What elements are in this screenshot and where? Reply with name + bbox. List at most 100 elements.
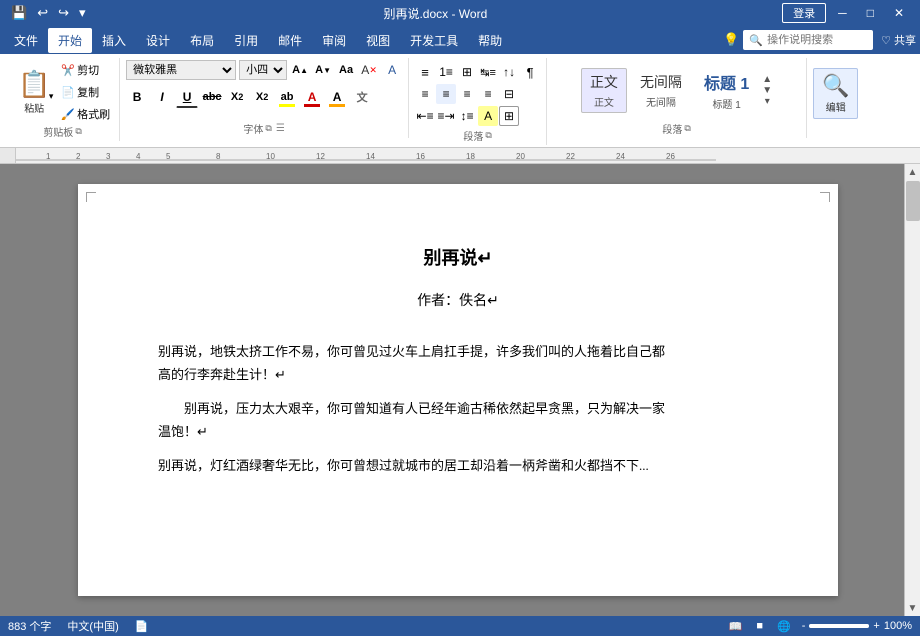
- menu-developer[interactable]: 开发工具: [400, 28, 468, 53]
- menu-review[interactable]: 审阅: [312, 28, 356, 53]
- font-color-button[interactable]: A: [301, 86, 323, 108]
- style-scroll-down[interactable]: ▼: [762, 85, 772, 96]
- font-name-select[interactable]: 微软雅黑: [126, 60, 236, 80]
- editing-icon: 🔍: [822, 73, 849, 99]
- editing-button[interactable]: 🔍 编辑: [813, 68, 858, 119]
- font-expand-icon[interactable]: ⧉: [265, 123, 271, 134]
- view-read-button[interactable]: 📖: [726, 619, 746, 634]
- maximize-button[interactable]: □: [859, 4, 882, 22]
- subscript-button[interactable]: X2: [226, 86, 248, 108]
- menu-help[interactable]: 帮助: [468, 28, 512, 53]
- superscript-button[interactable]: X2: [251, 86, 273, 108]
- menu-view[interactable]: 视图: [356, 28, 400, 53]
- font-special-button[interactable]: 文: [351, 86, 373, 108]
- format-painter-button[interactable]: 🖌️ 格式刷: [58, 104, 113, 124]
- view-web-button[interactable]: 🌐: [774, 619, 794, 634]
- doc-author[interactable]: 作者：佚名↵: [158, 290, 758, 310]
- svg-text:22: 22: [566, 152, 575, 161]
- highlight-button[interactable]: ab: [276, 86, 298, 108]
- scroll-track[interactable]: [905, 180, 920, 600]
- show-marks-button[interactable]: ¶: [520, 62, 540, 82]
- menu-insert[interactable]: 插入: [92, 28, 136, 53]
- clear-format-button[interactable]: A✕: [359, 60, 379, 80]
- numbered-list-button[interactable]: 1≡: [436, 62, 456, 82]
- doc-para-3-partial[interactable]: 别再说，灯红酒绿奢华无比，你可曾想过就城市的居工却沿着一柄斧凿和火都挡不下...: [158, 454, 758, 476]
- style-scroll-up[interactable]: ▲: [762, 74, 772, 85]
- zoom-minus-button[interactable]: -: [802, 620, 806, 632]
- editing-label: [834, 125, 837, 136]
- column-button[interactable]: ⊟: [499, 84, 519, 104]
- vertical-scrollbar[interactable]: ▲ ▼: [904, 164, 920, 616]
- justify-button[interactable]: ≡: [478, 84, 498, 104]
- change-case-button[interactable]: Aa: [336, 60, 356, 80]
- close-button[interactable]: ✕: [886, 4, 912, 22]
- search-input[interactable]: [767, 34, 867, 46]
- style-normal-text: 正文: [590, 72, 618, 92]
- align-center-button[interactable]: ≡: [436, 84, 456, 104]
- menu-mail[interactable]: 邮件: [268, 28, 312, 53]
- share-button[interactable]: ♡ 共享: [881, 32, 916, 48]
- scroll-down-button[interactable]: ▼: [905, 600, 920, 616]
- search-bar[interactable]: 🔍: [743, 30, 873, 50]
- view-normal-button[interactable]: ■: [753, 619, 766, 633]
- paragraph-label: 段落 ⧉: [463, 128, 491, 143]
- search-icon: 🔍: [749, 34, 763, 47]
- align-right-button[interactable]: ≡: [457, 84, 477, 104]
- menu-file[interactable]: 文件: [4, 28, 48, 53]
- zoom-plus-button[interactable]: +: [873, 620, 879, 632]
- paste-button[interactable]: 📋 粘贴 ▾: [12, 65, 56, 119]
- indent-less-button[interactable]: ⇤≡: [415, 106, 435, 126]
- style-normal[interactable]: 正文 正文: [581, 68, 627, 113]
- style-more[interactable]: ▾: [765, 96, 770, 107]
- menu-references[interactable]: 引用: [224, 28, 268, 53]
- login-button[interactable]: 登录: [782, 3, 826, 23]
- line-spacing-button[interactable]: ↕≡: [457, 106, 477, 126]
- zoom-slider[interactable]: [809, 624, 869, 628]
- save-icon[interactable]: 💾: [8, 4, 30, 22]
- doc-para-1[interactable]: 别再说，地铁太挤工作不易，你可曾见过火车上肩扛手提，许多我们叫的人拖着比自己都 …: [158, 340, 758, 387]
- menu-home[interactable]: 开始: [48, 28, 92, 53]
- doc-scroll-area[interactable]: 别再说↵ 作者：佚名↵ 别再说，地铁太挤工作不易，你可曾见过火车上肩扛手提，许多…: [16, 164, 900, 616]
- scroll-up-button[interactable]: ▲: [905, 164, 920, 180]
- doc-para-2[interactable]: 别再说，压力太大艰辛，你可曾知道有人已经年逾古稀依然起早贪黑，只为解决一家 温饱…: [158, 397, 758, 444]
- copy-button[interactable]: 📄 复制: [58, 82, 113, 102]
- text-effect-button[interactable]: A: [382, 60, 402, 80]
- font-size-select[interactable]: 小四: [239, 60, 287, 80]
- style-no-space[interactable]: 无间隔 无间隔: [631, 68, 691, 113]
- bullet-list-button[interactable]: ≡: [415, 62, 435, 82]
- shrink-font-button[interactable]: A▼: [313, 60, 333, 80]
- menu-layout[interactable]: 布局: [180, 28, 224, 53]
- border-button[interactable]: ⊞: [499, 106, 519, 126]
- italic-button[interactable]: I: [151, 86, 173, 108]
- outline-list-button[interactable]: ⊞: [457, 62, 477, 82]
- sort-button[interactable]: ↑↓: [499, 62, 519, 82]
- undo-icon[interactable]: ↩: [34, 4, 51, 22]
- styles-expand-icon[interactable]: ⧉: [684, 123, 690, 134]
- underline-button[interactable]: U: [176, 86, 198, 108]
- clipboard-expand-icon[interactable]: ⧉: [75, 126, 81, 137]
- strikethrough-button[interactable]: abc: [201, 86, 223, 108]
- language: 中文(中国): [67, 618, 118, 634]
- cut-button[interactable]: ✂️ 剪切: [58, 60, 113, 80]
- quick-more-icon[interactable]: ▾: [76, 4, 89, 22]
- grow-font-button[interactable]: A▲: [290, 60, 310, 80]
- paragraph-expand-icon[interactable]: ⧉: [485, 130, 491, 141]
- indent-more-button[interactable]: ≡⇥: [436, 106, 456, 126]
- paste-arrow: ▾: [49, 91, 54, 102]
- menu-design[interactable]: 设计: [136, 28, 180, 53]
- bold-button[interactable]: B: [126, 86, 148, 108]
- ruler-svg: 1 2 3 4 5 8 10 12 14 16 18 20 22 24 26: [16, 148, 920, 163]
- style-no-space-label: 无间隔: [646, 94, 676, 109]
- minimize-button[interactable]: ─: [830, 4, 855, 22]
- font-color2-button[interactable]: A: [326, 86, 348, 108]
- style-heading1[interactable]: 标题 1 标题 1: [695, 66, 758, 115]
- redo-icon[interactable]: ↪: [55, 4, 72, 22]
- align-left-button[interactable]: ≡: [415, 84, 435, 104]
- doc-title[interactable]: 别再说↵: [158, 244, 758, 270]
- list-level-button[interactable]: ↹≡: [478, 62, 498, 82]
- scroll-thumb[interactable]: [906, 181, 920, 221]
- ribbon-styles-group: 正文 正文 无间隔 无间隔 标题 1 标题 1 ▲ ▼ ▾ 段落 ⧉: [547, 58, 807, 138]
- para-row-2: ≡ ≡ ≡ ≡ ⊟: [415, 84, 540, 104]
- shading-button[interactable]: A: [478, 106, 498, 126]
- para-row-3: ⇤≡ ≡⇥ ↕≡ A ⊞: [415, 106, 540, 126]
